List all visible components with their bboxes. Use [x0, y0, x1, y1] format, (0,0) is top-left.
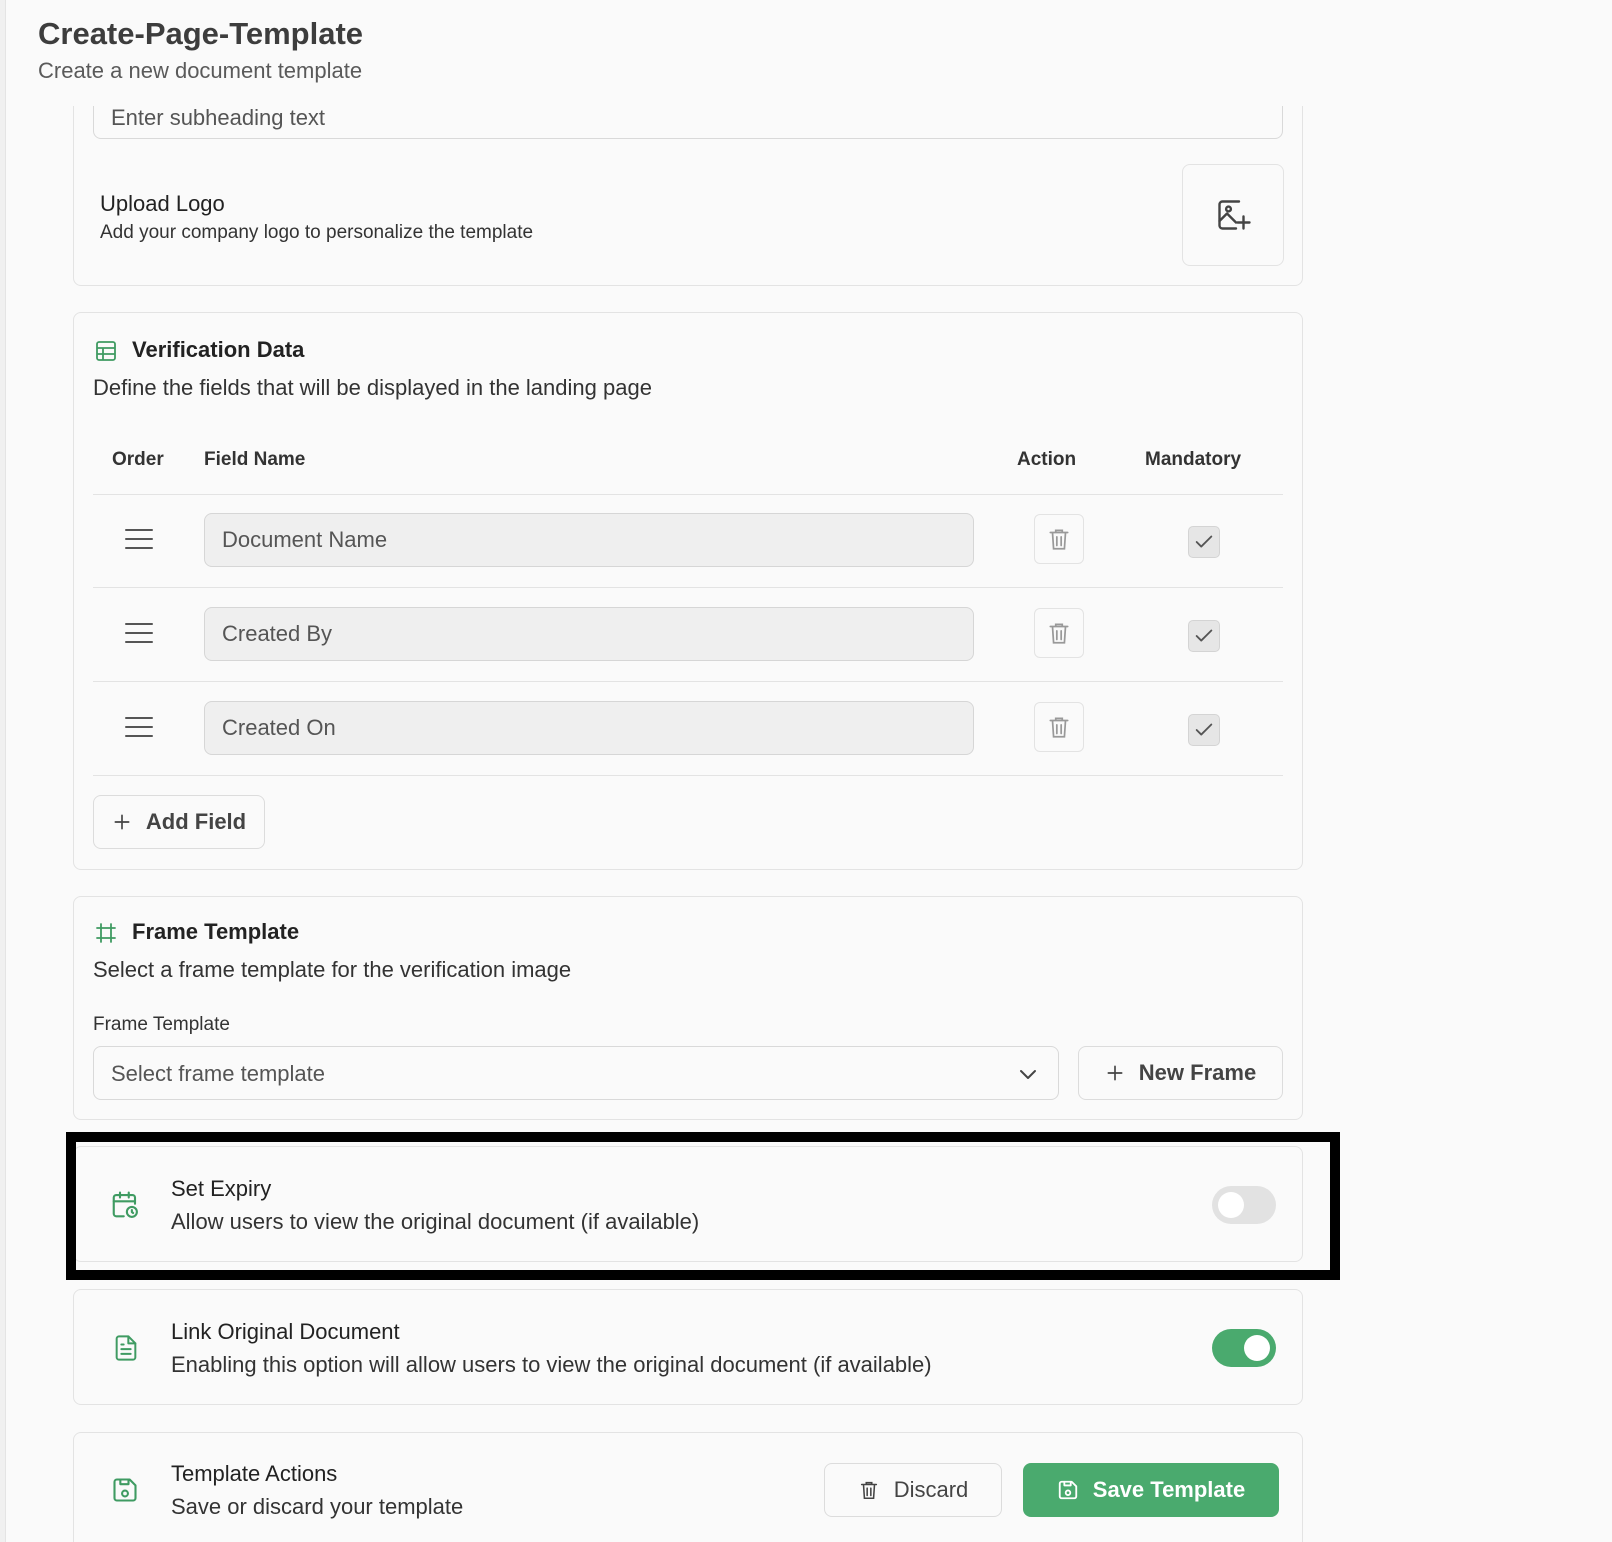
mandatory-checkbox[interactable] [1188, 526, 1220, 558]
mandatory-checkbox[interactable] [1188, 620, 1220, 652]
template-actions-title: Template Actions [171, 1461, 338, 1486]
delete-field-button[interactable] [1034, 702, 1084, 752]
upload-logo-title: Upload Logo [100, 191, 225, 216]
table-icon [96, 341, 116, 361]
page-title: Create-Page-Template [38, 16, 364, 51]
link-original-toggle[interactable] [1212, 1329, 1276, 1367]
col-order: Order [112, 449, 164, 470]
field-name-input[interactable]: Created On [204, 701, 974, 755]
drag-handle-icon[interactable] [125, 717, 153, 737]
set-expiry-title: Set Expiry [171, 1176, 272, 1201]
frame-field-label: Frame Template [93, 1014, 230, 1035]
toggle-knob [1218, 1192, 1244, 1218]
save-template-button[interactable]: Save Template [1023, 1463, 1279, 1517]
trash-icon [1049, 529, 1069, 550]
frame-template-select[interactable]: Select frame template [93, 1046, 1059, 1100]
save-icon [113, 1478, 137, 1502]
set-expiry-toggle[interactable] [1212, 1186, 1276, 1224]
plus-icon [1107, 1065, 1123, 1081]
template-actions-desc: Save or discard your template [171, 1494, 464, 1519]
upload-logo-button[interactable] [1182, 164, 1284, 266]
page-header: Create-Page-Template Create a new docume… [6, 0, 1612, 106]
row-divider [93, 587, 1283, 588]
drag-handle-icon[interactable] [125, 623, 153, 643]
link-original-title: Link Original Document [171, 1319, 400, 1344]
row-divider [93, 681, 1283, 682]
row-divider [93, 775, 1283, 776]
calendar-clock-icon [112, 1191, 138, 1218]
check-icon [1195, 535, 1213, 548]
field-name-input[interactable]: Created By [204, 607, 974, 661]
frame-title: Frame Template [132, 919, 300, 944]
plus-icon [114, 814, 130, 830]
col-field-name: Field Name [204, 449, 306, 470]
col-mandatory: Mandatory [1145, 449, 1242, 470]
frame-icon [96, 923, 116, 943]
document-icon [115, 1335, 137, 1361]
set-expiry-desc: Allow users to view the original documen… [171, 1209, 700, 1234]
check-icon [1195, 723, 1213, 736]
trash-icon [860, 1481, 877, 1500]
frame-select-placeholder: Select frame template [111, 1061, 325, 1086]
template-actions-card: Template Actions Save or discard your te… [73, 1432, 1303, 1542]
delete-field-button[interactable] [1034, 514, 1084, 564]
mandatory-checkbox[interactable] [1188, 714, 1220, 746]
new-frame-button[interactable]: New Frame [1078, 1046, 1283, 1100]
verification-title: Verification Data [132, 337, 305, 362]
verification-desc: Define the fields that will be displayed… [93, 375, 652, 400]
save-icon [1058, 1480, 1077, 1500]
link-original-card: Link Original Document Enabling this opt… [73, 1289, 1303, 1405]
set-expiry-card: Set Expiry Allow users to view the origi… [73, 1146, 1303, 1262]
trash-icon [1049, 623, 1069, 644]
frame-template-card: Frame Template Select a frame template f… [73, 896, 1303, 1120]
discard-button[interactable]: Discard [824, 1463, 1002, 1517]
left-rail [0, 0, 6, 1542]
delete-field-button[interactable] [1034, 608, 1084, 658]
save-template-label: Save Template [1092, 1477, 1246, 1502]
check-icon [1195, 629, 1213, 642]
toggle-knob [1244, 1335, 1270, 1361]
chevron-down-icon [1020, 1070, 1036, 1079]
drag-handle-icon[interactable] [125, 529, 153, 549]
add-field-button[interactable]: Add Field [93, 795, 265, 849]
page-subtitle: Create a new document template [38, 58, 363, 83]
trash-icon [1049, 717, 1069, 738]
link-original-desc: Enabling this option will allow users to… [171, 1352, 932, 1377]
new-frame-label: New Frame [1138, 1060, 1257, 1085]
col-action: Action [1017, 449, 1077, 470]
upload-logo-desc: Add your company logo to personalize the… [100, 222, 534, 243]
frame-desc: Select a frame template for the verifica… [93, 957, 572, 982]
verification-card: Verification Data Define the fields that… [73, 312, 1303, 870]
image-plus-icon [1218, 200, 1251, 230]
add-field-label: Add Field [145, 809, 247, 834]
table-divider [93, 494, 1283, 495]
field-name-input[interactable]: Document Name [204, 513, 974, 567]
discard-label: Discard [893, 1477, 969, 1502]
